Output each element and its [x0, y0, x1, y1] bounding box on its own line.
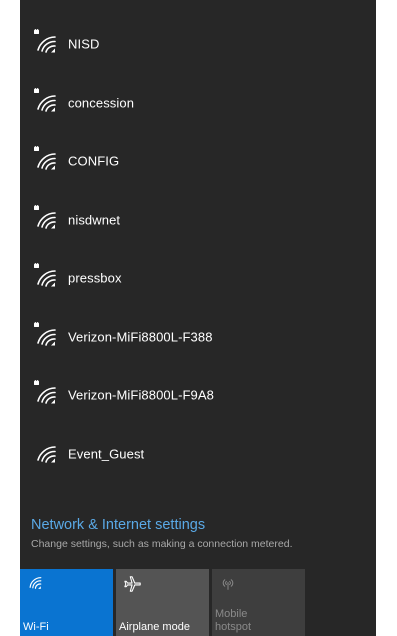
hotspot-icon — [220, 575, 236, 596]
wifi-toggle-button[interactable]: Wi-Fi — [20, 569, 113, 636]
wifi-lock-icon — [32, 263, 62, 293]
network-flyout: NISD concession CONFIG nisdwnet pressbox — [20, 0, 376, 636]
hotspot-label-line2: hotspot — [215, 621, 252, 633]
network-name: pressbox — [68, 270, 122, 286]
network-item-event-guest[interactable]: Event_Guest — [20, 425, 376, 484]
network-name: nisdwnet — [68, 212, 121, 228]
wifi-lock-icon — [32, 380, 62, 410]
network-name: Verizon-MiFi8800L-F9A8 — [68, 387, 214, 403]
network-item-verizon-f9a8[interactable]: Verizon-MiFi8800L-F9A8 — [20, 366, 376, 425]
network-name: Event_Guest — [68, 446, 145, 462]
quick-actions-bar: Wi-Fi Airplane mode Mobile hotspot — [20, 569, 376, 636]
wifi-lock-icon — [32, 146, 62, 176]
mobile-hotspot-button[interactable]: Mobile hotspot — [212, 569, 305, 636]
network-list: NISD concession CONFIG nisdwnet pressbox — [20, 15, 376, 483]
wifi-lock-icon — [32, 321, 62, 352]
network-item-concession[interactable]: concession — [20, 74, 376, 133]
wifi-lock-icon — [32, 204, 62, 235]
wifi-icon — [32, 439, 62, 469]
network-name: concession — [68, 95, 135, 111]
settings-description: Change settings, such as making a connec… — [31, 538, 293, 550]
mobile-hotspot-label: Mobile hotspot — [215, 608, 251, 634]
network-settings-section: Network & Internet settings Change setti… — [31, 516, 371, 551]
wifi-label: Wi-Fi — [23, 621, 49, 633]
network-internet-settings-link[interactable]: Network & Internet settings — [31, 516, 371, 534]
airplane-icon — [124, 575, 142, 598]
network-item-verizon-f388[interactable]: Verizon-MiFi8800L-F388 — [20, 308, 376, 367]
wifi-lock-icon — [32, 29, 62, 59]
network-item-nisdwnet[interactable]: nisdwnet — [20, 191, 376, 250]
network-name: CONFIG — [68, 153, 120, 169]
wifi-lock-icon — [32, 87, 62, 118]
network-name: NISD — [68, 36, 100, 52]
network-name: Verizon-MiFi8800L-F388 — [68, 329, 213, 345]
airplane-mode-button[interactable]: Airplane mode — [116, 569, 209, 636]
network-item-config[interactable]: CONFIG — [20, 132, 376, 191]
network-item-pressbox[interactable]: pressbox — [20, 249, 376, 308]
airplane-mode-label: Airplane mode — [119, 621, 190, 633]
hotspot-label-line1: Mobile — [215, 608, 248, 620]
network-item-nisd[interactable]: NISD — [20, 15, 376, 74]
wifi-icon — [28, 575, 44, 596]
